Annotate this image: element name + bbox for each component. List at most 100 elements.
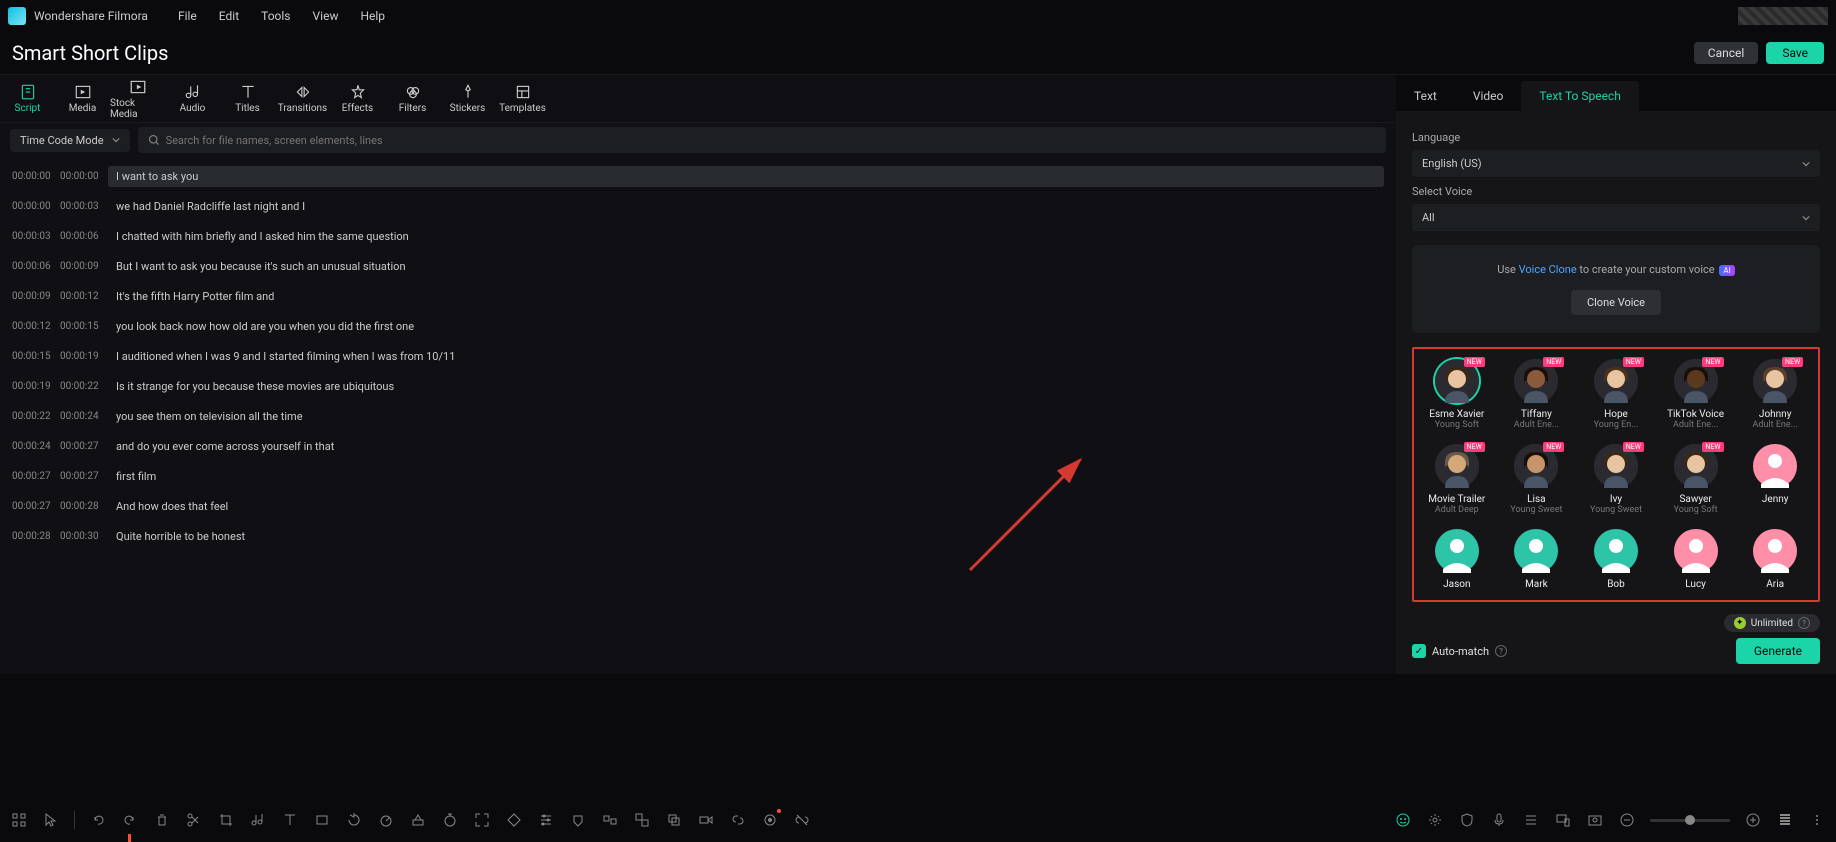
tool-media[interactable]: Media — [55, 83, 110, 114]
voice-filter-select[interactable]: All — [1412, 204, 1820, 231]
voice-card-hope[interactable]: NEWHopeYoung En... — [1579, 359, 1653, 430]
auto-match-checkbox[interactable]: ✓ Auto-match ? — [1412, 644, 1507, 658]
voice-card-tiffany[interactable]: NEWTiffanyAdult Ene... — [1500, 359, 1574, 430]
zoom-in-icon[interactable] — [1744, 811, 1762, 829]
voice-card-lisa[interactable]: NEWLisaYoung Sweet — [1500, 444, 1574, 515]
select-tool-icon[interactable] — [10, 811, 28, 829]
playhead[interactable] — [128, 834, 131, 842]
zoom-out-icon[interactable] — [1618, 811, 1636, 829]
overlay-icon[interactable] — [665, 811, 683, 829]
voice-card-mark[interactable]: Mark — [1500, 529, 1574, 590]
menu-help[interactable]: Help — [360, 9, 385, 23]
crop-icon[interactable] — [217, 811, 235, 829]
mode-dropdown[interactable]: Time Code Mode — [10, 129, 130, 152]
tool-templates[interactable]: Templates — [495, 83, 550, 114]
script-row[interactable]: 00:00:2700:00:27first film — [10, 461, 1386, 491]
record-icon[interactable] — [697, 811, 715, 829]
unlimited-chip[interactable]: ✦ Unlimited ? — [1724, 614, 1820, 632]
tool-stock-media[interactable]: Stock Media — [110, 78, 165, 120]
search-input[interactable] — [160, 134, 1376, 147]
link-icon[interactable] — [729, 811, 747, 829]
search-field[interactable] — [138, 127, 1386, 153]
new-badge: NEW — [1782, 357, 1803, 367]
language-select[interactable]: English (US) — [1412, 150, 1820, 177]
translate-icon[interactable] — [633, 811, 651, 829]
voice-card-ivy[interactable]: NEWIvyYoung Sweet — [1579, 444, 1653, 515]
script-row[interactable]: 00:00:2700:00:28And how does that feel — [10, 491, 1386, 521]
speed-icon[interactable] — [377, 811, 395, 829]
ai-assist-icon[interactable] — [1394, 811, 1412, 829]
help-icon[interactable]: ? — [1798, 617, 1810, 629]
list-icon[interactable] — [1522, 811, 1540, 829]
voice-clone-link[interactable]: Voice Clone — [1519, 263, 1577, 276]
device-icon[interactable] — [1554, 811, 1572, 829]
marker-icon[interactable] — [761, 811, 779, 829]
save-button[interactable]: Save — [1766, 42, 1824, 64]
script-row[interactable]: 00:00:1500:00:19I auditioned when I was … — [10, 341, 1386, 371]
script-row[interactable]: 00:00:2800:00:30Quite horrible to be hon… — [10, 521, 1386, 551]
cancel-button[interactable]: Cancel — [1694, 42, 1759, 64]
tool-audio[interactable]: Audio — [165, 83, 220, 114]
script-row[interactable]: 00:00:0300:00:06I chatted with him brief… — [10, 221, 1386, 251]
mask-icon[interactable] — [569, 811, 587, 829]
delete-icon[interactable] — [153, 811, 171, 829]
more-icon[interactable] — [1808, 811, 1826, 829]
help-icon[interactable]: ? — [1495, 645, 1507, 657]
voice-card-movie-trailer[interactable]: NEWMovie TrailerAdult Deep — [1420, 444, 1494, 515]
split-icon[interactable] — [185, 811, 203, 829]
script-row[interactable]: 00:00:0000:00:03we had Daniel Radcliffe … — [10, 191, 1386, 221]
undo-icon[interactable] — [89, 811, 107, 829]
mic-icon[interactable] — [1490, 811, 1508, 829]
tool-script[interactable]: Script — [0, 83, 55, 114]
settings-icon[interactable] — [1426, 811, 1444, 829]
unlink-icon[interactable] — [793, 811, 811, 829]
tool-transitions[interactable]: Transitions — [275, 83, 330, 114]
script-row[interactable]: 00:00:0900:00:12It's the fifth Harry Pot… — [10, 281, 1386, 311]
color-icon[interactable] — [409, 811, 427, 829]
tool-filters[interactable]: Filters — [385, 83, 440, 114]
voice-card-sawyer[interactable]: NEWSawyerYoung Soft — [1659, 444, 1733, 515]
tab-text[interactable]: Text — [1396, 81, 1455, 111]
voice-card-esme-xavier[interactable]: NEWEsme XavierYoung Soft — [1420, 359, 1494, 430]
snapshot-icon[interactable] — [1586, 811, 1604, 829]
voice-card-aria[interactable]: Aria — [1738, 529, 1812, 590]
menu-view[interactable]: View — [313, 9, 339, 23]
voice-card-lucy[interactable]: Lucy — [1659, 529, 1733, 590]
fit-icon[interactable] — [473, 811, 491, 829]
tool-effects[interactable]: Effects — [330, 83, 385, 114]
script-row[interactable]: 00:00:2400:00:27and do you ever come acr… — [10, 431, 1386, 461]
tab-text-to-speech[interactable]: Text To Speech — [1521, 81, 1638, 111]
zoom-slider[interactable] — [1650, 819, 1730, 822]
aspect-icon[interactable] — [313, 811, 331, 829]
menu-tools[interactable]: Tools — [261, 9, 290, 23]
pointer-tool-icon[interactable] — [42, 811, 60, 829]
voice-card-bob[interactable]: Bob — [1579, 529, 1653, 590]
redo-icon[interactable] — [121, 811, 139, 829]
tracks-icon[interactable] — [1776, 811, 1794, 829]
script-row[interactable]: 00:00:0000:00:00I want to ask you — [10, 161, 1386, 191]
chevron-down-icon — [112, 136, 120, 144]
script-row[interactable]: 00:00:2200:00:24you see them on televisi… — [10, 401, 1386, 431]
script-row[interactable]: 00:00:1900:00:22Is it strange for you be… — [10, 371, 1386, 401]
music-icon[interactable] — [249, 811, 267, 829]
rotate-icon[interactable] — [345, 811, 363, 829]
text-tool-icon[interactable] — [281, 811, 299, 829]
shield-icon[interactable] — [1458, 811, 1476, 829]
keyframe-icon[interactable] — [505, 811, 523, 829]
clone-voice-button[interactable]: Clone Voice — [1571, 290, 1661, 315]
adjust-icon[interactable] — [537, 811, 555, 829]
script-row[interactable]: 00:00:1200:00:15you look back now how ol… — [10, 311, 1386, 341]
generate-button[interactable]: Generate — [1736, 638, 1820, 664]
menu-file[interactable]: File — [178, 9, 197, 23]
timer-icon[interactable] — [441, 811, 459, 829]
voice-card-tiktok-voice[interactable]: NEWTikTok VoiceAdult Ene... — [1659, 359, 1733, 430]
voice-card-jenny[interactable]: Jenny — [1738, 444, 1812, 515]
menu-edit[interactable]: Edit — [219, 9, 239, 23]
tool-stickers[interactable]: Stickers — [440, 83, 495, 114]
group-icon[interactable] — [601, 811, 619, 829]
tab-video[interactable]: Video — [1455, 81, 1522, 111]
script-row[interactable]: 00:00:0600:00:09But I want to ask you be… — [10, 251, 1386, 281]
voice-card-jason[interactable]: Jason — [1420, 529, 1494, 590]
tool-titles[interactable]: Titles — [220, 83, 275, 114]
voice-card-johnny[interactable]: NEWJohnnyAdult Ene... — [1738, 359, 1812, 430]
